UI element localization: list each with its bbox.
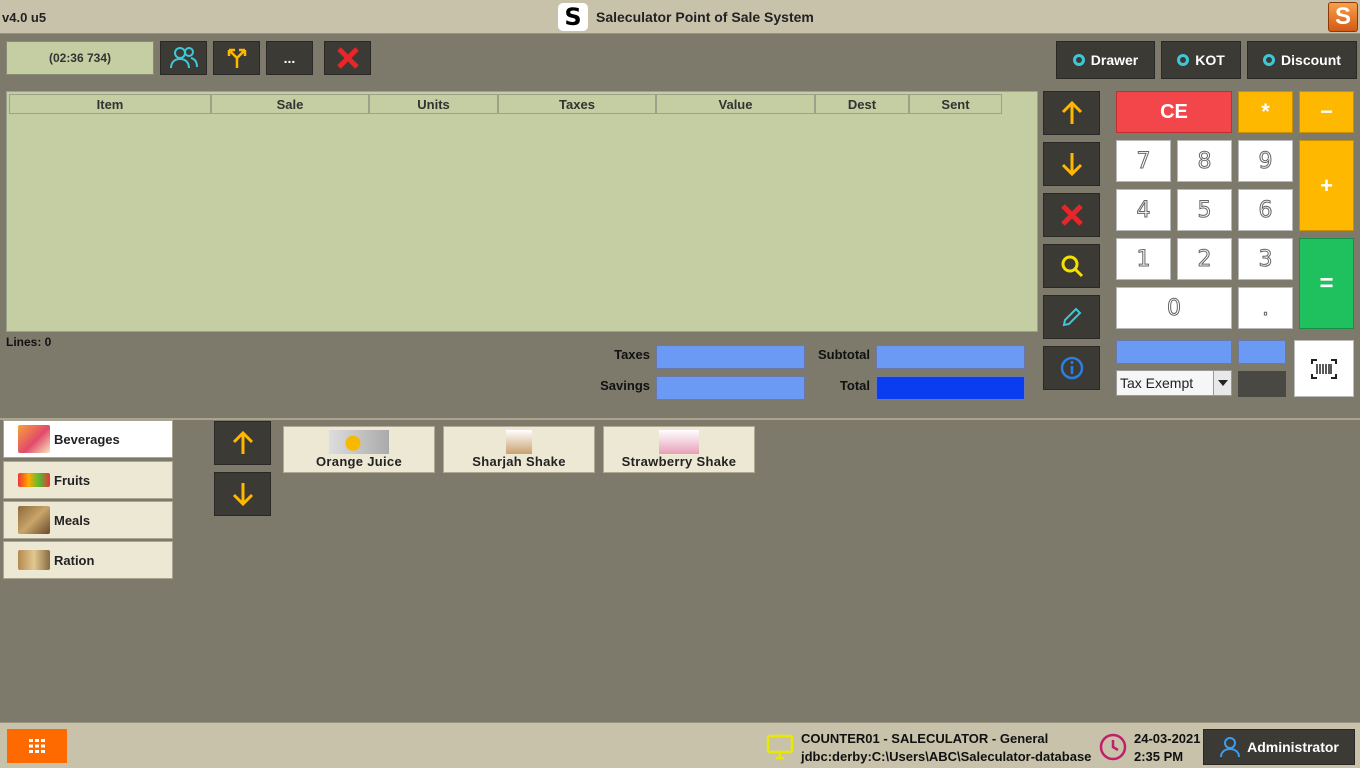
digit-8-button[interactable]: 8 <box>1177 140 1232 182</box>
category-meals[interactable]: Meals <box>3 501 173 539</box>
saleculator-logo-icon: S <box>1328 2 1358 32</box>
customers-button[interactable] <box>160 41 207 75</box>
users-icon <box>169 47 198 69</box>
equals-button[interactable]: = <box>1299 238 1354 329</box>
category-ration[interactable]: Ration <box>3 541 173 579</box>
digit-3-button[interactable]: 3 <box>1238 238 1293 280</box>
discount-ring-icon <box>1263 54 1276 66</box>
kot-ring-icon <box>1177 54 1190 66</box>
digit-5-button[interactable]: 5 <box>1177 189 1232 231</box>
total-label: Total <box>839 378 870 393</box>
edit-line-button[interactable] <box>1043 295 1100 339</box>
more-options-button[interactable]: ... <box>266 41 313 75</box>
digit-1-button[interactable]: 1 <box>1116 238 1171 280</box>
drawer-button[interactable]: Drawer <box>1056 41 1155 79</box>
version-label: v4.0 u5 <box>2 10 47 25</box>
user-button[interactable]: Administrator <box>1203 729 1355 765</box>
product-strawberry-shake[interactable]: Strawberry Shake <box>603 426 755 473</box>
digit-2-button[interactable]: 2 <box>1177 238 1232 280</box>
date-label: 24-03-2021 <box>1134 731 1201 746</box>
column-header-units[interactable]: Units <box>369 94 498 114</box>
column-header-value[interactable]: Value <box>656 94 815 114</box>
column-header-sent[interactable]: Sent <box>909 94 1002 114</box>
column-header-taxes[interactable]: Taxes <box>498 94 656 114</box>
savings-label: Savings <box>600 378 650 393</box>
multiply-button[interactable]: * <box>1238 91 1293 133</box>
chevron-down-icon <box>1213 371 1231 395</box>
remove-icon <box>1060 204 1083 226</box>
orange-juice-thumbnail-icon <box>329 430 389 454</box>
subtotal-label: Subtotal <box>818 347 870 362</box>
line-up-button[interactable] <box>1043 91 1100 135</box>
info-icon <box>1060 356 1083 380</box>
kot-button[interactable]: KOT <box>1161 41 1241 79</box>
time-label: 2:35 PM <box>1134 749 1184 764</box>
database-info: jdbc:derby:C:\Users\ABC\Saleculator-data… <box>801 749 1092 764</box>
host-info: COUNTER01 - SALECULATOR - General <box>801 731 1049 746</box>
fruits-thumbnail-icon <box>18 473 50 487</box>
clock-icon <box>1098 732 1128 767</box>
panel-divider <box>0 418 1360 420</box>
ration-thumbnail-icon <box>18 550 50 570</box>
tax-indicator <box>1238 371 1286 397</box>
info-button[interactable] <box>1043 346 1100 390</box>
ticket-table-header: Item Sale Units Taxes Value Dest Sent <box>9 94 1002 114</box>
app-title-text: Saleculator Point of Sale System <box>596 9 814 25</box>
beverages-thumbnail-icon <box>18 425 50 453</box>
discount-button[interactable]: Discount <box>1247 41 1357 79</box>
digit-6-button[interactable]: 6 <box>1238 189 1293 231</box>
column-header-dest[interactable]: Dest <box>815 94 909 114</box>
decimal-button[interactable]: . <box>1238 287 1293 329</box>
product-orange-juice[interactable]: Orange Juice <box>283 426 435 473</box>
drawer-ring-icon <box>1072 54 1085 66</box>
arrow-up-icon <box>1061 100 1082 124</box>
arrow-down-icon <box>232 483 253 507</box>
strawberry-shake-thumbnail-icon <box>659 430 699 454</box>
remove-line-button[interactable] <box>1043 193 1100 237</box>
subtotal-field <box>876 345 1025 369</box>
pencil-icon <box>1062 307 1081 327</box>
product-sharjah-shake[interactable]: Sharjah Shake <box>443 426 595 473</box>
column-header-item[interactable]: Item <box>9 94 211 114</box>
meals-thumbnail-icon <box>18 506 50 534</box>
app-logo-icon: S <box>558 3 588 31</box>
ticket-timer: (02:36 734) <box>6 41 154 75</box>
search-product-button[interactable] <box>1043 244 1100 288</box>
amount-input[interactable] <box>1116 340 1232 364</box>
monitor-icon <box>766 734 794 765</box>
category-beverages[interactable]: Beverages <box>3 420 173 458</box>
lines-count: Lines: 0 <box>6 335 52 349</box>
user-icon <box>1220 737 1241 758</box>
digit-9-button[interactable]: 9 <box>1238 140 1293 182</box>
grid-menu-icon <box>29 739 45 753</box>
column-header-sale[interactable]: Sale <box>211 94 369 114</box>
minus-button[interactable]: − <box>1299 91 1354 133</box>
products-up-button[interactable] <box>214 421 271 465</box>
barcode-icon <box>1311 358 1337 379</box>
search-icon <box>1061 255 1083 278</box>
tax-exempt-select[interactable]: Tax Exempt <box>1116 370 1232 396</box>
arrow-up-icon <box>232 430 253 454</box>
clear-entry-button[interactable]: CE <box>1116 91 1232 133</box>
digit-7-button[interactable]: 7 <box>1116 140 1171 182</box>
line-down-button[interactable] <box>1043 142 1100 186</box>
total-field <box>876 376 1025 400</box>
split-ticket-button[interactable] <box>213 41 260 75</box>
app-title: S Saleculator Point of Sale System <box>558 3 814 31</box>
barcode-scan-button[interactable] <box>1294 340 1354 397</box>
close-icon <box>336 47 359 69</box>
split-arrows-icon <box>227 48 246 68</box>
category-fruits[interactable]: Fruits <box>3 461 173 499</box>
main-menu-button[interactable] <box>7 729 67 763</box>
digit-4-button[interactable]: 4 <box>1116 189 1171 231</box>
delete-ticket-button[interactable] <box>324 41 371 75</box>
quantity-input[interactable] <box>1238 340 1286 364</box>
products-down-button[interactable] <box>214 472 271 516</box>
taxes-label: Taxes <box>614 347 650 362</box>
digit-0-button[interactable]: 0 <box>1116 287 1232 329</box>
ticket-lines-table[interactable]: Item Sale Units Taxes Value Dest Sent <box>6 91 1038 332</box>
plus-button[interactable]: + <box>1299 140 1354 231</box>
sharjah-shake-thumbnail-icon <box>506 430 532 454</box>
arrow-down-icon <box>1061 153 1082 177</box>
